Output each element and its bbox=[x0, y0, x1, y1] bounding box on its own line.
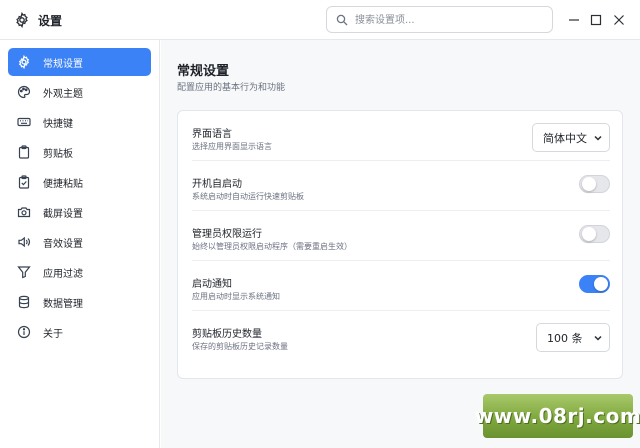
sidebar-item-app-filter[interactable]: 应用过滤 bbox=[8, 258, 151, 286]
setting-description: 保存的剪贴板历史记录数量 bbox=[192, 342, 288, 351]
page-subtitle: 配置应用的基本行为和功能 bbox=[177, 83, 286, 93]
clipboard-check-icon bbox=[17, 175, 31, 189]
sidebar-item-label: 快捷键 bbox=[43, 118, 73, 130]
maximize-icon[interactable] bbox=[586, 10, 606, 30]
setting-title: 管理员权限运行 bbox=[192, 229, 262, 240]
setting-row-admin: 管理员权限运行 始终以管理员权限启动程序（需要重启生效） bbox=[192, 211, 610, 261]
speaker-icon bbox=[17, 235, 31, 249]
setting-title: 启动通知 bbox=[192, 279, 232, 290]
database-icon bbox=[17, 295, 31, 309]
sidebar-item-data[interactable]: 数据管理 bbox=[8, 288, 151, 316]
setting-description: 系统启动时自动运行快速剪贴板 bbox=[192, 192, 304, 201]
sidebar: 常规设置 外观主题 快捷键 剪贴板 便捷粘贴 截屏设置 音效设置 应用过滤 数据… bbox=[0, 40, 160, 448]
history-count-value: 100 条 bbox=[547, 331, 583, 345]
setting-title: 剪贴板历史数量 bbox=[192, 329, 262, 340]
admin-run-toggle[interactable] bbox=[579, 225, 610, 243]
toggle-knob bbox=[594, 277, 608, 291]
watermark-logo: www.08rj.com bbox=[475, 394, 640, 438]
keyboard-icon bbox=[17, 115, 31, 129]
title-bar: 设置 bbox=[0, 0, 640, 40]
info-icon bbox=[17, 325, 31, 339]
gear-icon bbox=[14, 11, 30, 29]
watermark-text: www.08rj.com bbox=[474, 404, 640, 428]
palette-icon bbox=[17, 85, 31, 99]
main-content: 常规设置 配置应用的基本行为和功能 界面语言 选择应用界面显示语言 简体中文 开… bbox=[161, 40, 640, 448]
camera-icon bbox=[17, 205, 31, 219]
setting-row-autostart: 开机自启动 系统启动时自动运行快速剪贴板 bbox=[192, 161, 610, 211]
close-icon[interactable] bbox=[609, 10, 629, 30]
sidebar-item-sound[interactable]: 音效设置 bbox=[8, 228, 151, 256]
language-select[interactable]: 简体中文 bbox=[532, 123, 610, 152]
filter-icon bbox=[17, 265, 31, 279]
sidebar-item-label: 便捷粘贴 bbox=[43, 178, 83, 190]
language-select-value: 简体中文 bbox=[543, 131, 587, 145]
sidebar-item-screenshot[interactable]: 截屏设置 bbox=[8, 198, 151, 226]
sidebar-item-appearance[interactable]: 外观主题 bbox=[8, 78, 151, 106]
sidebar-item-label: 数据管理 bbox=[43, 298, 83, 310]
sidebar-item-quick-paste[interactable]: 便捷粘贴 bbox=[8, 168, 151, 196]
search-icon bbox=[336, 14, 348, 26]
app-title: 设置 bbox=[38, 14, 63, 28]
search-input[interactable] bbox=[355, 11, 545, 29]
sidebar-item-label: 关于 bbox=[43, 328, 63, 340]
sidebar-item-shortcuts[interactable]: 快捷键 bbox=[8, 108, 151, 136]
sidebar-item-general[interactable]: 常规设置 bbox=[8, 48, 151, 76]
toggle-knob bbox=[582, 227, 596, 241]
minimize-icon[interactable] bbox=[564, 10, 584, 30]
sidebar-item-clipboard[interactable]: 剪贴板 bbox=[8, 138, 151, 166]
gear-icon bbox=[17, 55, 31, 69]
settings-card: 界面语言 选择应用界面显示语言 简体中文 开机自启动 系统启动时自动运行快速剪贴… bbox=[177, 110, 623, 379]
sidebar-item-label: 音效设置 bbox=[43, 238, 83, 250]
setting-description: 始终以管理员权限启动程序（需要重启生效） bbox=[192, 242, 352, 251]
autostart-toggle[interactable] bbox=[579, 175, 610, 193]
chevron-down-icon bbox=[593, 333, 603, 343]
chevron-down-icon bbox=[593, 133, 603, 143]
startup-notification-toggle[interactable] bbox=[579, 275, 610, 293]
page-title: 常规设置 bbox=[177, 64, 230, 79]
sidebar-item-label: 应用过滤 bbox=[43, 268, 83, 280]
setting-title: 界面语言 bbox=[192, 129, 232, 140]
setting-title: 开机自启动 bbox=[192, 179, 242, 190]
setting-row-notification: 启动通知 应用启动时显示系统通知 bbox=[192, 261, 610, 311]
search-box[interactable] bbox=[326, 6, 553, 33]
sidebar-item-label: 剪贴板 bbox=[43, 148, 73, 160]
toggle-knob bbox=[582, 177, 596, 191]
sidebar-item-label: 截屏设置 bbox=[43, 208, 83, 220]
sidebar-item-label: 外观主题 bbox=[43, 88, 83, 100]
sidebar-item-label: 常规设置 bbox=[43, 58, 83, 70]
history-count-select[interactable]: 100 条 bbox=[536, 323, 610, 352]
setting-description: 应用启动时显示系统通知 bbox=[192, 292, 280, 301]
clipboard-icon bbox=[17, 145, 31, 159]
setting-row-history-count: 剪贴板历史数量 保存的剪贴板历史记录数量 100 条 bbox=[192, 311, 610, 361]
setting-row-language: 界面语言 选择应用界面显示语言 简体中文 bbox=[192, 111, 610, 161]
setting-description: 选择应用界面显示语言 bbox=[192, 142, 272, 151]
sidebar-item-about[interactable]: 关于 bbox=[8, 318, 151, 346]
